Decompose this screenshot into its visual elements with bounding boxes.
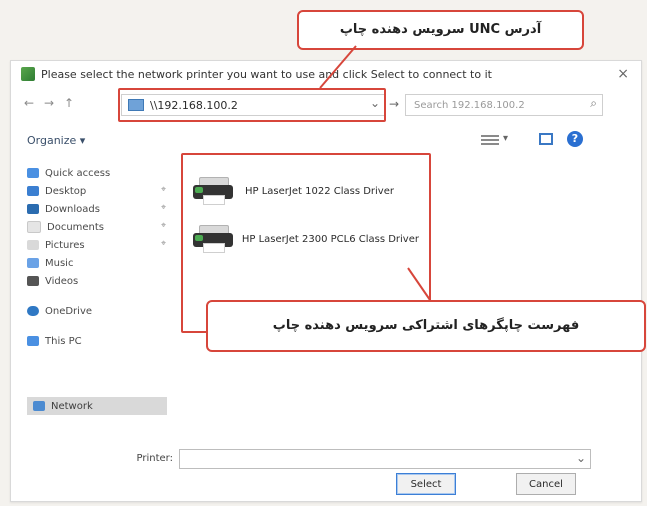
documents-icon — [27, 221, 41, 233]
printer-label: Printer: — [136, 453, 173, 464]
pin-icon: ⌖ — [161, 185, 167, 195]
sidebar-item-label: Quick access — [45, 167, 111, 179]
download-icon — [27, 204, 39, 214]
search-placeholder: Search 192.168.100.2 — [414, 99, 525, 111]
list-item[interactable]: HP LaserJet 1022 Class Driver — [193, 173, 419, 209]
sidebar-item-network[interactable]: Network — [27, 397, 167, 415]
sidebar-item-label: Desktop — [45, 185, 87, 197]
printer-field-row: Printer: ⌄ — [109, 449, 599, 469]
help-icon[interactable]: ? — [567, 131, 583, 147]
network-icon — [33, 401, 45, 411]
pictures-icon — [27, 240, 39, 250]
printer-name: HP LaserJet 1022 Class Driver — [245, 185, 394, 197]
sidebar-item-videos[interactable]: Videos — [27, 273, 78, 289]
preview-pane-icon[interactable] — [539, 133, 553, 145]
navigation-pane: Quick access Desktop ⌖ Downloads ⌖ Docum… — [21, 161, 171, 415]
pin-icon: ⌖ — [161, 203, 167, 213]
list-item[interactable]: HP LaserJet 2300 PCL6 Class Driver — [193, 221, 419, 257]
forward-icon[interactable]: → — [41, 95, 57, 111]
address-field[interactable]: \\192.168.100.2 ⌄ — [121, 94, 385, 116]
dialog-titlebar: Please select the network printer you wa… — [11, 61, 641, 87]
close-icon[interactable]: × — [617, 66, 629, 82]
sidebar-item-music[interactable]: Music — [27, 255, 73, 271]
pin-icon: ⌖ — [161, 221, 167, 231]
sidebar-item-downloads[interactable]: Downloads — [27, 201, 100, 217]
printer-icon — [193, 177, 235, 205]
printer-name: HP LaserJet 2300 PCL6 Class Driver — [241, 233, 419, 245]
cancel-button[interactable]: Cancel — [516, 473, 576, 495]
shared-printers-callout: فهرست چاپگرهای اشتراکی سرویس دهنده چاپ — [206, 300, 646, 352]
sidebar-item-documents[interactable]: Documents — [27, 219, 104, 235]
address-bar: ← → ↑ \\192.168.100.2 ⌄ → Search 192.168… — [11, 91, 641, 119]
sidebar-item-label: Videos — [45, 275, 79, 287]
up-icon[interactable]: ↑ — [61, 95, 77, 111]
refresh-icon[interactable]: → — [389, 97, 399, 111]
sidebar-item-label: Documents — [47, 221, 105, 233]
back-icon[interactable]: ← — [21, 95, 37, 111]
sidebar-item-label: OneDrive — [45, 305, 93, 317]
sidebar-item-label: This PC — [45, 335, 82, 347]
page-background: Please select the network printer you wa… — [0, 0, 647, 506]
search-icon: ⌕ — [590, 96, 597, 110]
sidebar-item-desktop[interactable]: Desktop — [27, 183, 86, 199]
sidebar-item-label: Pictures — [45, 239, 85, 251]
printer-input[interactable]: ⌄ — [179, 449, 591, 469]
sidebar-item-onedrive[interactable]: OneDrive — [27, 303, 92, 319]
sidebar-item-pictures[interactable]: Pictures — [27, 237, 85, 253]
unc-address-callout: آدرس UNC سرویس دهنده چاپ — [297, 10, 584, 50]
add-printer-dialog: Please select the network printer you wa… — [10, 60, 642, 502]
desktop-icon — [27, 186, 39, 196]
videos-icon — [27, 276, 39, 286]
sidebar-item-label: Music — [45, 257, 74, 269]
pc-icon — [27, 336, 39, 346]
select-button[interactable]: Select — [396, 473, 456, 495]
music-icon — [27, 258, 39, 268]
dialog-buttons: Select Cancel — [11, 473, 641, 495]
pin-icon: ⌖ — [161, 239, 167, 249]
chevron-down-icon[interactable]: ▾ — [503, 133, 508, 144]
chevron-down-icon[interactable]: ⌄ — [370, 96, 380, 110]
organize-button[interactable]: Organize ▾ — [27, 134, 85, 147]
chevron-down-icon[interactable]: ⌄ — [576, 451, 586, 465]
search-input[interactable]: Search 192.168.100.2 ⌕ — [405, 94, 603, 116]
printer-wizard-icon — [21, 67, 35, 81]
view-options-icon[interactable] — [481, 133, 499, 145]
command-bar: Organize ▾ ▾ ? — [11, 131, 641, 153]
star-icon — [27, 168, 39, 178]
address-value: \\192.168.100.2 — [150, 98, 238, 112]
sidebar-item-this-pc[interactable]: This PC — [27, 333, 82, 349]
sidebar-item-quick-access[interactable]: Quick access — [27, 165, 110, 181]
sidebar-item-label: Network — [51, 400, 93, 412]
dialog-title: Please select the network printer you wa… — [41, 67, 492, 81]
network-icon — [128, 99, 144, 111]
printer-icon — [193, 225, 233, 253]
onedrive-icon — [27, 306, 39, 316]
sidebar-item-label: Downloads — [45, 203, 100, 215]
